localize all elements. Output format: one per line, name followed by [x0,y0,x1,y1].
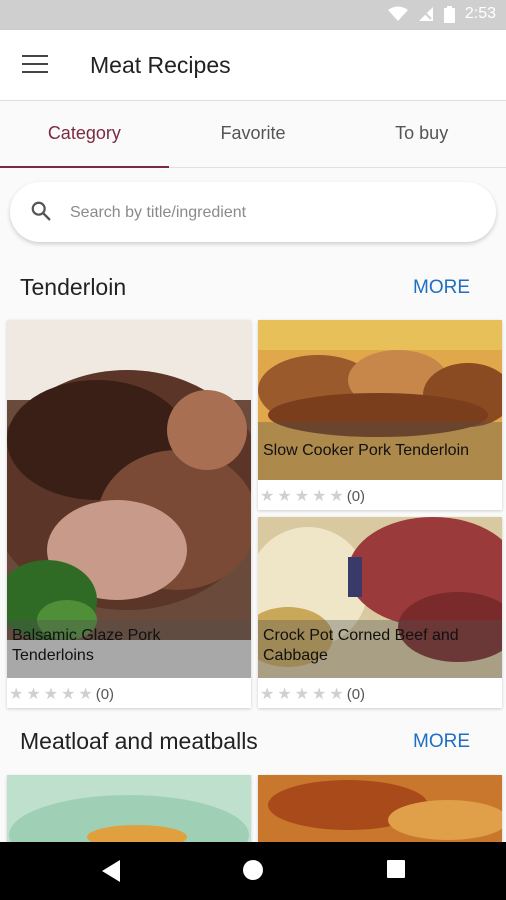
star-icon: ★ [78,686,93,703]
recipe-card[interactable]: Crock Pot Corned Beef and Cabbage ★ ★ ★ … [258,517,502,708]
tab-to-buy[interactable]: To buy [337,101,506,167]
wifi-icon [387,6,408,21]
star-icon: ★ [294,686,310,703]
star-icon: ★ [329,488,344,505]
rating-count: (0) [346,685,366,703]
recents-icon[interactable] [386,859,406,879]
status-time: 2:53 [464,5,496,22]
rating-count: (0) [95,685,115,703]
recipe-card[interactable]: Slow Cooker Pork Tenderloin ★ ★ ★ ★ ★ (0… [258,320,502,510]
tab-favorite[interactable]: Favorite [169,101,338,167]
app-bar: Meat Recipes [0,30,506,101]
recipe-rating: ★ ★ ★ ★ ★ (0) [260,486,365,506]
more-button-tenderloin[interactable]: MORE [413,277,470,299]
hamburger-menu-icon[interactable] [22,55,48,75]
more-button-meatloaf[interactable]: MORE [413,731,470,753]
star-icon: ★ [277,686,292,703]
recipe-card[interactable] [258,775,502,842]
signal-icon [418,7,433,21]
home-icon[interactable] [242,859,264,881]
star-icon: ★ [277,488,292,505]
tab-category[interactable]: Category [0,101,169,168]
battery-icon [443,5,455,23]
recipe-image [258,775,502,842]
search-icon [31,201,51,221]
section-title-tenderloin: Tenderloin [20,274,127,300]
search-bar[interactable] [10,182,496,242]
back-icon[interactable] [100,859,122,883]
star-icon: ★ [260,488,275,505]
section-title-meatloaf: Meatloaf and meatballs [20,728,258,754]
star-icon: ★ [312,686,327,703]
rating-count: (0) [346,487,366,505]
recipe-image [7,775,251,842]
star-icon: ★ [43,686,59,703]
tab-bar: Category Favorite To buy [0,101,506,168]
star-icon: ★ [312,488,327,505]
recipe-title: Slow Cooker Pork Tenderloin [258,422,502,480]
star-icon: ★ [26,686,41,703]
status-bar: 2:53 [0,0,506,30]
recipe-card[interactable] [7,775,251,842]
recipe-rating: ★ ★ ★ ★ ★ (0) [260,684,365,704]
system-nav-bar [0,842,506,900]
recipe-title: Balsamic Glaze Pork Tenderloins [7,620,251,678]
star-icon: ★ [260,686,275,703]
page-title: Meat Recipes [90,52,231,78]
recipe-title: Crock Pot Corned Beef and Cabbage [258,620,502,678]
star-icon: ★ [61,686,76,703]
star-icon: ★ [294,488,310,505]
recipe-rating: ★ ★ ★ ★ ★ (0) [9,684,114,704]
star-icon: ★ [9,686,24,703]
star-icon: ★ [329,686,344,703]
search-input[interactable] [68,196,472,230]
recipe-card[interactable]: Balsamic Glaze Pork Tenderloins ★ ★ ★ ★ … [7,320,251,708]
